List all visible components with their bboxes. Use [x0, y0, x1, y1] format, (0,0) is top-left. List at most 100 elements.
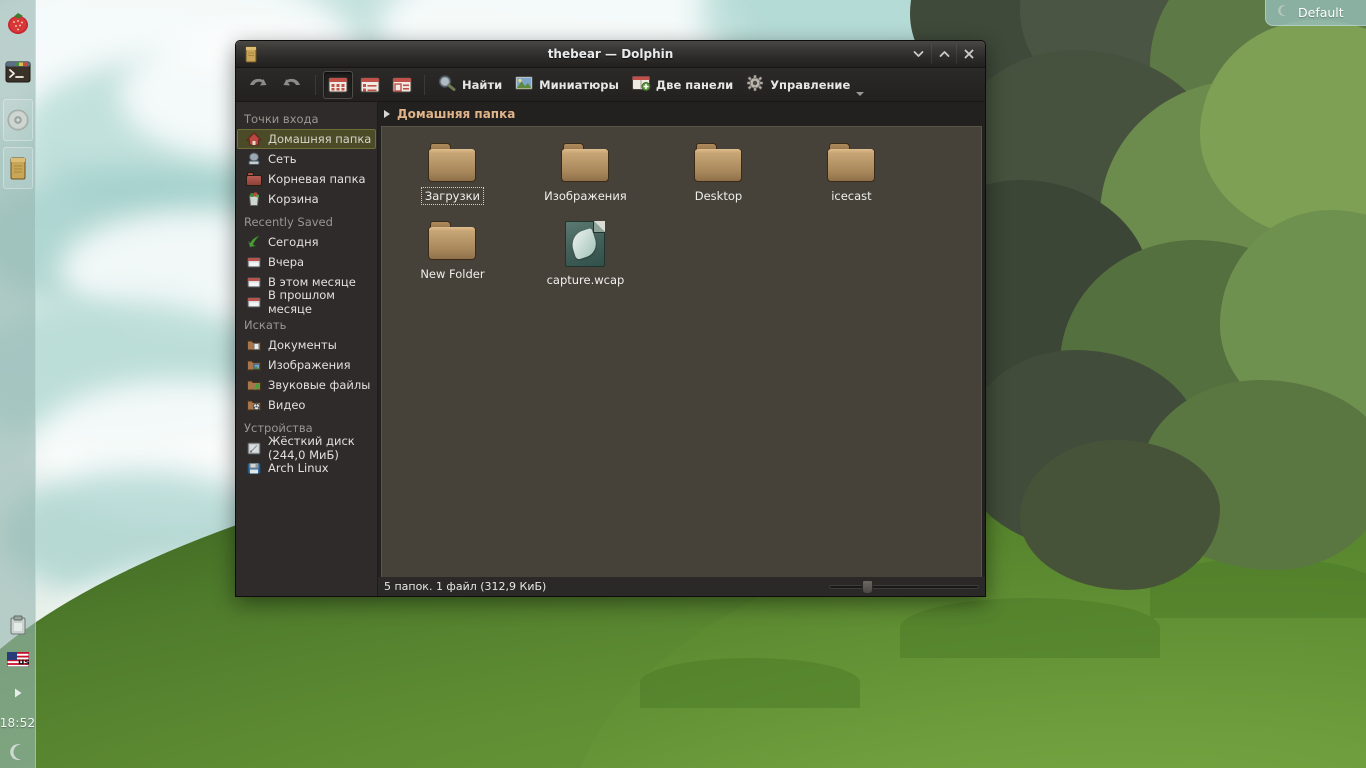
- sidebar-group-title: Recently Saved: [244, 215, 333, 229]
- window-title: thebear — Dolphin: [547, 47, 674, 61]
- split-view-button-label: Две панели: [655, 77, 734, 92]
- breadcrumb-arrow-icon[interactable]: [383, 110, 390, 118]
- sidebar-item-label: Сеть: [268, 152, 297, 166]
- status-bar: 5 папок. 1 файл (312,9 КиБ): [377, 577, 985, 596]
- file-item[interactable]: capture.wcap: [519, 215, 652, 293]
- folder-icon: [827, 143, 876, 183]
- file-item[interactable]: Изображения: [519, 137, 652, 215]
- file-view[interactable]: Загрузки Изображения Desktop icecast New…: [380, 126, 982, 577]
- images-folder-icon: [246, 357, 262, 373]
- toolbar-separator: [424, 74, 425, 95]
- view-mode-icons-button[interactable]: [323, 70, 353, 99]
- split-view-button[interactable]: Две панели: [626, 71, 738, 99]
- zoom-slider[interactable]: [829, 579, 979, 594]
- sidebar-item-documents[interactable]: Документы: [237, 335, 376, 355]
- find-button[interactable]: Найти: [432, 71, 507, 99]
- sidebar-item-today[interactable]: Сегодня: [237, 232, 376, 252]
- sidebar-item-images[interactable]: Изображения: [237, 355, 376, 375]
- status-text: 5 папок. 1 файл (312,9 КиБ): [383, 580, 547, 593]
- file-name: capture.wcap: [546, 273, 625, 287]
- sidebar-item-root[interactable]: Корневая папка: [237, 169, 376, 189]
- view-mode-details-button[interactable]: [355, 71, 385, 99]
- svg-text:us: us: [18, 657, 29, 667]
- split-view-icon: [631, 74, 651, 95]
- grass-decor: [640, 658, 860, 708]
- folder-icon: [694, 143, 743, 183]
- breadcrumb[interactable]: Домашняя папка: [377, 102, 985, 126]
- file-item[interactable]: Desktop: [652, 137, 785, 215]
- places-sidebar[interactable]: Точки входа Домашняя папка Сеть Корневая…: [236, 102, 378, 596]
- content-column: Домашняя папка Загрузки Изображения Desk…: [377, 102, 985, 596]
- sidebar-item-trash[interactable]: Корзина: [237, 189, 376, 209]
- audio-folder-icon: [246, 377, 262, 393]
- breadcrumb-item-home[interactable]: Домашняя папка: [397, 107, 515, 121]
- back-arrow-icon[interactable]: [242, 71, 274, 99]
- sidebar-item-label: Жёсткий диск (244,0 МиБ): [268, 434, 355, 462]
- sidebar-item-label: Вчера: [268, 255, 305, 269]
- thumbnails-icon: [514, 74, 534, 95]
- sidebar-item-home[interactable]: Домашняя папка: [237, 129, 376, 149]
- file-item[interactable]: New Folder: [386, 215, 519, 293]
- sidebar-item-label: В этом месяце: [268, 275, 356, 289]
- forward-arrow-icon[interactable]: [276, 71, 308, 99]
- file-item[interactable]: Загрузки: [386, 137, 519, 215]
- sidebar-item-label: Видео: [268, 398, 306, 412]
- today-arrow-icon: [246, 234, 262, 250]
- zoom-slider-handle[interactable]: [862, 579, 873, 594]
- thumbnails-button[interactable]: Миниатюры: [509, 71, 624, 99]
- zoom-slider-track[interactable]: [829, 584, 979, 589]
- search-icon: [437, 74, 457, 95]
- sidebar-item-label: Звуковые файлы: [268, 378, 371, 392]
- home-icon: [245, 131, 263, 147]
- toolbar-separator: [315, 74, 316, 95]
- keyboard-layout-icon[interactable]: us: [0, 642, 36, 676]
- sidebar-item-label: В прошлом месяце: [268, 288, 335, 316]
- sidebar-item-label: Корневая папка: [268, 172, 366, 186]
- sidebar-item-video[interactable]: Видео: [237, 395, 376, 415]
- view-mode-columns-button[interactable]: [387, 71, 417, 99]
- window-titlebar[interactable]: thebear — Dolphin: [236, 41, 985, 68]
- root-folder-icon: [246, 171, 262, 187]
- network-icon: [246, 151, 262, 167]
- left-taskbar-panel[interactable]: us 18:52: [0, 0, 36, 768]
- control-menu-button[interactable]: Управление: [740, 71, 869, 99]
- show-hidden-tray-arrow-icon[interactable]: [0, 676, 36, 710]
- dolphin-window[interactable]: thebear — Dolphin Найти Миниатюры Две па…: [235, 40, 986, 597]
- thumbnails-button-label: Миниатюры: [539, 77, 619, 92]
- sidebar-item-label: Сегодня: [268, 235, 319, 249]
- file-name: Desktop: [694, 189, 743, 203]
- file-item[interactable]: icecast: [785, 137, 918, 215]
- sidebar-item-last-month[interactable]: В прошлом месяце: [237, 288, 376, 316]
- sidebar-item-network[interactable]: Сеть: [237, 149, 376, 169]
- moon-icon[interactable]: [0, 736, 36, 768]
- clock[interactable]: 18:52: [0, 710, 36, 736]
- desktop[interactable]: us 18:52 Default thebear — Dolphin Найти…: [0, 0, 1366, 768]
- sidebar-item-harddisk[interactable]: Жёсткий диск (244,0 МиБ): [237, 434, 376, 462]
- disc-launcher-icon[interactable]: [2, 96, 34, 144]
- terminal-launcher-icon[interactable]: [2, 48, 34, 96]
- sidebar-item-audio[interactable]: Звуковые файлы: [237, 375, 376, 395]
- file-name: Загрузки: [420, 187, 485, 205]
- window-controls[interactable]: [906, 44, 981, 64]
- archive-window-icon: [240, 46, 262, 63]
- maximize-button[interactable]: [931, 44, 956, 64]
- sidebar-item-label: Домашняя папка: [268, 132, 372, 146]
- sidebar-item-label: Корзина: [268, 192, 319, 206]
- archive-launcher-icon[interactable]: [2, 144, 34, 192]
- folder-icon: [561, 143, 610, 183]
- activity-label: Default: [1298, 5, 1344, 20]
- wcap-file-icon: [565, 221, 606, 267]
- activity-switcher-widget[interactable]: Default: [1265, 0, 1366, 26]
- harddisk-icon: [246, 440, 262, 456]
- strawberry-launcher-icon[interactable]: [2, 0, 34, 48]
- close-button[interactable]: [956, 44, 981, 64]
- sidebar-item-yesterday[interactable]: Вчера: [237, 252, 376, 272]
- clipboard-tray-icon[interactable]: [0, 608, 36, 642]
- chevron-down-icon[interactable]: [856, 91, 865, 96]
- window-body: Точки входа Домашняя папка Сеть Корневая…: [236, 102, 985, 596]
- calendar-icon: [246, 294, 262, 310]
- folder-icon: [428, 221, 477, 261]
- minimize-button[interactable]: [906, 44, 931, 64]
- sidebar-item-label: Документы: [268, 338, 337, 352]
- main-toolbar[interactable]: Найти Миниатюры Две панели Управление: [236, 68, 985, 102]
